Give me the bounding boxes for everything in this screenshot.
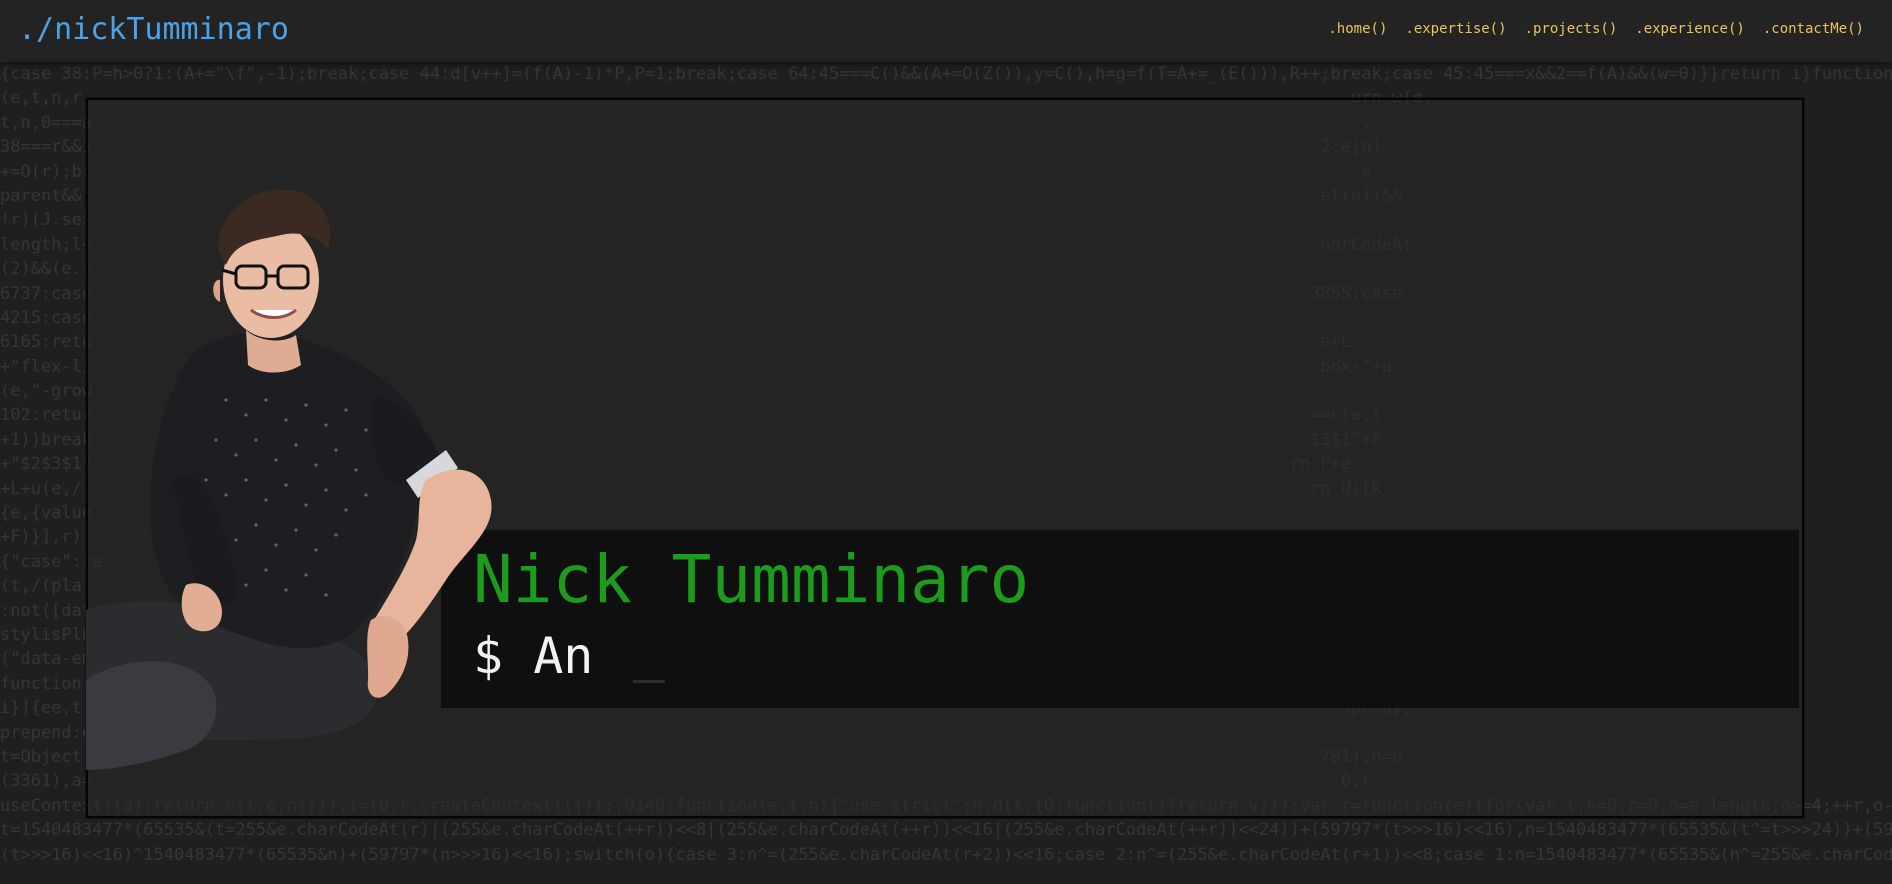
portfolio-page: {case 38:P=h>0?1:(A+="\f",-1);break;case… (0, 0, 1892, 884)
typing-cursor (633, 680, 665, 683)
main-nav: .home() .expertise() .projects() .experi… (1328, 21, 1864, 37)
hero-title-panel: Nick Tumminaro $ An (441, 530, 1799, 708)
code-line: t=1540483477*(65535&(t=255&e.charCodeAt(… (0, 820, 1892, 841)
hand (367, 616, 409, 698)
profile-photo (86, 189, 492, 770)
code-line: {case 38:P=h>0?1:(A+="\f",-1);break;case… (0, 64, 1892, 84)
nav-projects[interactable]: .projects() (1525, 21, 1618, 37)
brand-logo[interactable]: ./nickTumminaro (18, 12, 289, 47)
nav-home[interactable]: .home() (1328, 21, 1387, 37)
nav-expertise[interactable]: .expertise() (1405, 21, 1506, 37)
knee-shape (86, 661, 217, 770)
nav-contact-me[interactable]: .contactMe() (1763, 21, 1864, 37)
code-line: (t>>>16)<<16)^1540483477*(65535&n)+(5979… (0, 844, 1892, 865)
top-navbar: ./nickTumminaro .home() .expertise() .pr… (0, 0, 1892, 62)
ear (213, 279, 220, 302)
nav-experience[interactable]: .experience() (1635, 21, 1745, 37)
